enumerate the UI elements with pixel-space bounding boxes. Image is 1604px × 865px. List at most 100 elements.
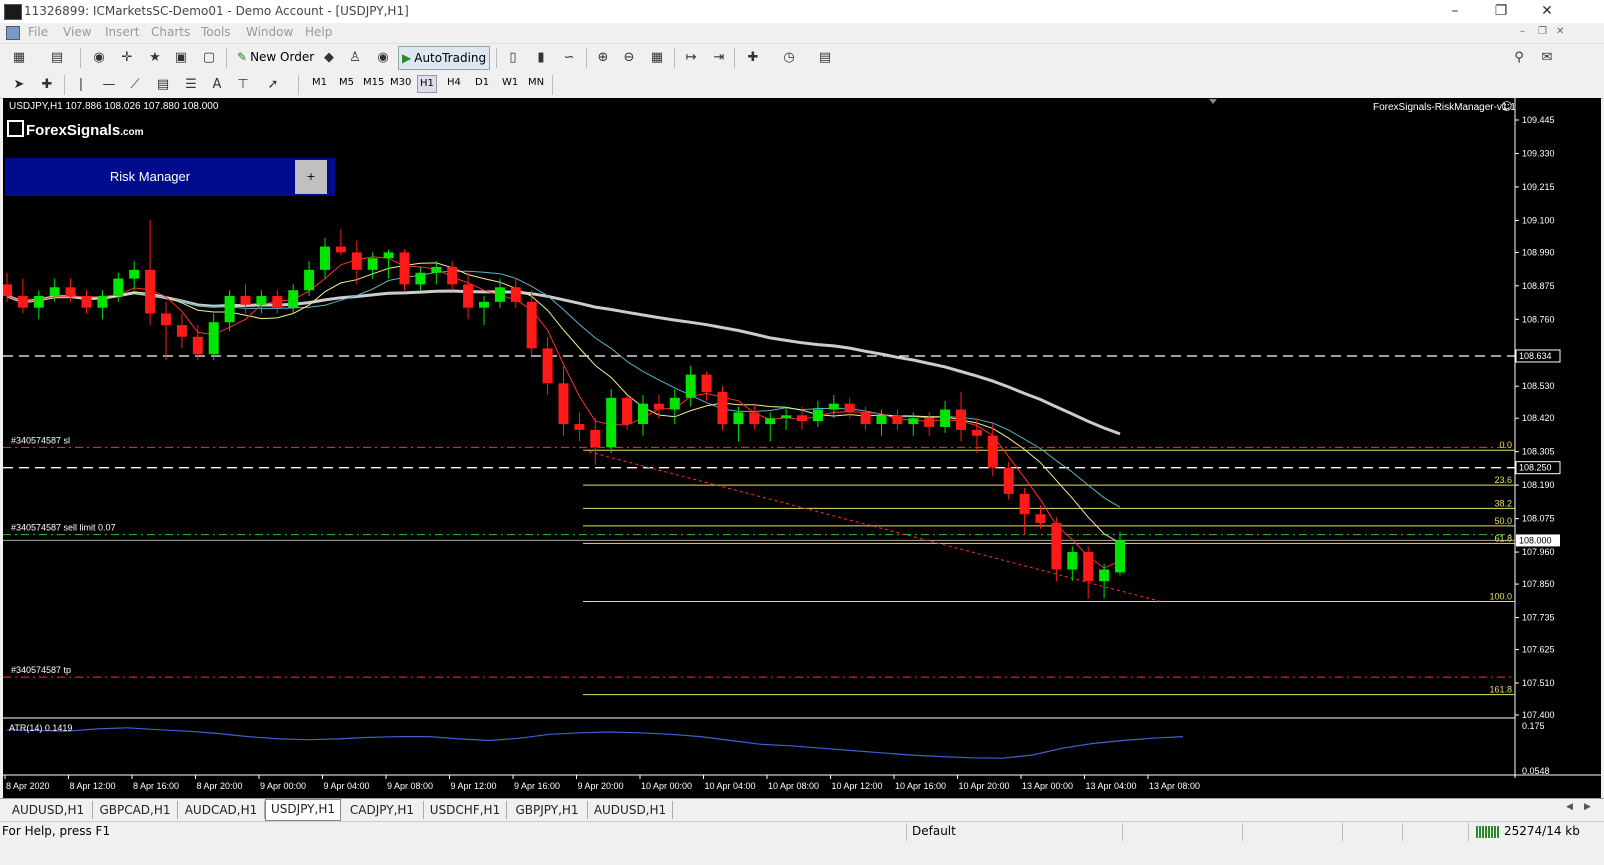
periods-icon[interactable]: ◷ [778,46,800,68]
zoom-in-icon[interactable]: ⊕ [592,46,614,68]
current-price-text: 108.000 [1519,535,1552,545]
bear-candle [717,392,728,425]
bear-candle [956,409,966,430]
timeframe-h4[interactable]: H4 [447,77,461,88]
forexsignals-logo: ForexSignals.com [7,120,144,139]
chart-window[interactable]: 109.445 109.330 109.215 109.100 108.990 108.8… [3,98,1601,798]
chart-header: USDJPY,H1 107.886 108.026 107.880 108.00… [9,101,219,112]
tab-gbpcad[interactable]: GBPCAD,H1 [93,801,178,819]
price-chart[interactable]: 109.445 109.330 109.215 109.100 108.990 108.8… [3,98,1601,798]
new-chart-icon[interactable]: ▦ [8,46,30,68]
bar-chart-icon[interactable]: ▯ [502,46,524,68]
templates-icon[interactable]: ▤ [814,46,836,68]
metaeditor-icon[interactable]: ◆ [318,46,340,68]
horizontal-line-icon[interactable]: — [98,73,120,95]
arrows-icon[interactable]: ➚ [262,73,284,95]
data-window-icon[interactable]: ✛ [116,46,138,68]
price-tick-label: 109.100 [1522,215,1555,225]
tile-windows-icon[interactable]: ▦ [646,46,668,68]
search-icon[interactable]: ⚲ [1508,46,1530,68]
timeframe-mn[interactable]: MN [528,77,544,88]
chart-shift-icon[interactable]: ⇥ [708,46,730,68]
crosshair-icon[interactable]: ✚ [36,73,58,95]
logo-text: ForexSignals [26,122,121,139]
fib-level-label: 23.6 [1494,475,1512,485]
text-icon[interactable]: A [206,73,228,95]
tab-scroll-right-icon[interactable]: ▶ [1584,802,1591,812]
zoom-out-icon[interactable]: ⊖ [618,46,640,68]
menu-window[interactable]: Window [246,25,293,39]
risk-manager-button[interactable]: Risk Manager [5,158,295,196]
smiley-icon: ☺ [1501,100,1513,113]
autotrading-button[interactable]: ▶ AutoTrading [398,46,491,70]
fib-level-label: 50.0 [1494,516,1512,526]
tab-scroll-left-icon[interactable]: ◀ [1566,802,1573,812]
chat-icon[interactable]: ✉ [1536,46,1558,68]
market-watch-icon[interactable]: ◉ [88,46,110,68]
tab-audusd-1[interactable]: AUDUSD,H1 [4,801,93,819]
strategy-tester-icon[interactable]: ▢ [198,46,220,68]
equidistant-channel-icon[interactable]: ▤ [152,73,174,95]
bull-candle [781,415,792,419]
bear-candle [351,252,362,270]
tab-gbpjpy[interactable]: GBPJPY,H1 [507,801,588,819]
bull-candle [129,269,140,279]
plus-icon: + [295,160,327,194]
terminal-icon[interactable]: ▣ [170,46,192,68]
restore-icon[interactable]: ❐ [1478,0,1524,23]
risk-manager-expand-button[interactable]: + [295,158,335,196]
menu-file[interactable]: File [28,25,48,39]
tab-usdjpy[interactable]: USDJPY,H1 [265,799,341,821]
mdi-restore-icon[interactable]: ❐ [1538,26,1547,37]
menu-charts[interactable]: Charts [151,25,190,39]
price-tick-label: 107.850 [1522,579,1555,589]
tab-usdchf[interactable]: USDCHF,H1 [424,801,507,819]
bear-candle [749,412,760,425]
text-label-icon[interactable]: ⊤ [232,73,254,95]
bull-candle [638,403,648,425]
market-icon[interactable]: ◉ [372,46,394,68]
new-order-button[interactable]: ✎ New Order [234,46,317,68]
bear-candle [65,287,76,297]
bull-candle [320,246,330,270]
timeframe-m5[interactable]: M5 [339,77,354,88]
line-chart-icon[interactable]: ∽ [558,46,580,68]
minimize-icon[interactable]: – [1432,0,1478,23]
atr-label: ATR(14) 0.1419 [9,723,72,733]
menu-insert[interactable]: Insert [105,25,139,39]
close-icon[interactable]: ✕ [1524,0,1570,23]
tab-audcad[interactable]: AUDCAD,H1 [178,801,265,819]
bear-candle [3,284,12,297]
timeframe-m1[interactable]: M1 [312,77,327,88]
autoscroll-icon[interactable]: ↦ [680,46,702,68]
mdi-close-icon[interactable]: ✕ [1556,26,1564,37]
indicators-icon[interactable]: ✚ [742,46,764,68]
timeframe-m30[interactable]: M30 [390,77,411,88]
mdi-minimize-icon[interactable]: – [1520,26,1525,37]
fibonacci-icon[interactable]: ☰ [180,73,202,95]
cursor-icon[interactable]: ➤ [8,73,30,95]
trendline-icon[interactable]: ⟋ [124,73,146,95]
timeframe-m15[interactable]: M15 [363,77,384,88]
timeframe-h1[interactable]: H1 [417,75,437,93]
connection-bars-icon[interactable] [1476,826,1500,838]
navigator-icon[interactable]: ★ [144,46,166,68]
bear-candle [510,287,521,302]
candlestick-chart-icon[interactable]: ▮ [530,46,552,68]
order-line-label: #340574587 sell limit 0.07 [11,523,116,533]
tab-audusd-2[interactable]: AUDUSD,H1 [588,801,673,819]
menu-view[interactable]: View [63,25,91,39]
timeframe-w1[interactable]: W1 [502,77,518,88]
profiles-icon[interactable]: ▤ [46,46,68,68]
price-tick-label: 109.445 [1522,115,1555,125]
menu-help[interactable]: Help [305,25,332,39]
price-tick-label: 107.510 [1522,678,1555,688]
tab-cadjpy[interactable]: CADJPY,H1 [341,801,424,819]
bull-candle [208,322,219,355]
menu-tools[interactable]: Tools [201,25,231,39]
signals-icon[interactable]: ♙ [344,46,366,68]
timeframe-d1[interactable]: D1 [475,77,489,88]
bear-candle [192,336,203,355]
price-tick-label: 107.625 [1522,645,1555,655]
vertical-line-icon[interactable]: ❘ [70,73,92,95]
